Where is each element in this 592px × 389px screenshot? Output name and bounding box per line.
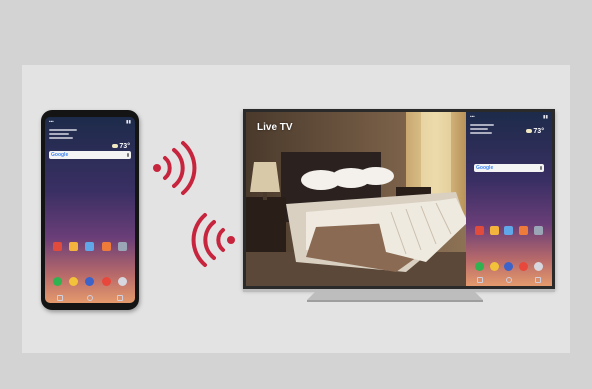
- phone-app-icon[interactable]: [52, 277, 62, 286]
- app-icon[interactable]: [52, 242, 62, 251]
- app-icon[interactable]: [69, 277, 79, 286]
- dock-row: [49, 277, 131, 286]
- app-icon[interactable]: [118, 242, 128, 251]
- app-icon[interactable]: [101, 277, 111, 286]
- google-search-bar[interactable]: Google: [49, 150, 131, 159]
- app-icon[interactable]: [519, 262, 529, 271]
- phone-app-icon[interactable]: [474, 262, 484, 271]
- app-icon[interactable]: [519, 226, 529, 235]
- mirror-google-search-bar[interactable]: Google: [474, 163, 544, 172]
- app-icon[interactable]: [534, 226, 544, 235]
- mic-icon: [127, 152, 129, 157]
- cloud-icon: [526, 129, 533, 133]
- mirror-weather-widget: 73°: [526, 128, 544, 135]
- phone-screen: ••• ▮▮ 73° Google: [45, 117, 135, 303]
- mic-icon: [540, 165, 542, 170]
- live-tv-label: Live TV: [257, 122, 293, 133]
- mirror-status-bar: ••• ▮▮: [470, 114, 548, 119]
- wifi-signal-icon: [153, 141, 197, 195]
- cloud-icon: [112, 144, 119, 148]
- recents-icon[interactable]: [117, 295, 123, 301]
- weather-widget: 73°: [112, 143, 130, 150]
- google-logo: Google: [476, 164, 494, 171]
- app-icon[interactable]: [101, 242, 111, 251]
- mirror-dock-row: [472, 262, 546, 271]
- phone-status-bar: ••• ▮▮: [45, 117, 135, 125]
- weather-temp: 73°: [119, 143, 130, 150]
- status-time: •••: [49, 119, 54, 124]
- app-icon[interactable]: [489, 262, 499, 271]
- phone-nav-bar: [45, 295, 135, 301]
- app-icon[interactable]: [489, 226, 499, 235]
- wifi-signal-icon: [191, 213, 235, 267]
- app-icon[interactable]: [504, 262, 514, 271]
- app-row-1: [49, 242, 131, 251]
- google-logo: Google: [51, 151, 69, 158]
- app-icon[interactable]: [118, 277, 128, 286]
- tv-screen: Live TV ••• ▮▮ 73° Google: [246, 112, 552, 286]
- home-icon[interactable]: [87, 295, 93, 301]
- home-icon[interactable]: [505, 277, 512, 283]
- app-icon[interactable]: [504, 226, 514, 235]
- app-icon[interactable]: [85, 242, 95, 251]
- recents-icon[interactable]: [534, 277, 541, 283]
- smartphone: ••• ▮▮ 73° Google: [41, 110, 139, 310]
- back-icon[interactable]: [477, 277, 484, 283]
- mirror-nav-bar: [466, 277, 552, 283]
- app-icon[interactable]: [534, 262, 544, 271]
- status-icons: ▮▮: [126, 119, 131, 124]
- mirrored-phone-screen: ••• ▮▮ 73° Google: [466, 112, 552, 286]
- clock-widget: [45, 125, 135, 139]
- app-icon[interactable]: [69, 242, 79, 251]
- app-icon[interactable]: [474, 226, 484, 235]
- television: Live TV ••• ▮▮ 73° Google: [243, 109, 555, 289]
- app-icon[interactable]: [85, 277, 95, 286]
- back-icon[interactable]: [57, 295, 63, 301]
- tv-stand: [307, 292, 483, 302]
- mirror-weather-temp: 73°: [533, 128, 544, 135]
- mirror-app-row-1: [472, 226, 546, 235]
